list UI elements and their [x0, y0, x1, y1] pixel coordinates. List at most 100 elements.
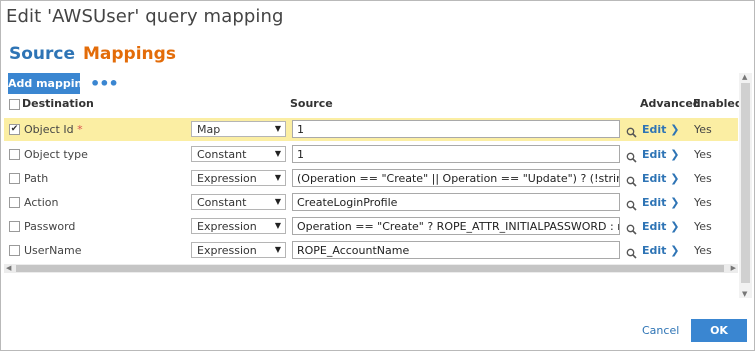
chevron-right-icon: ❯	[666, 172, 680, 185]
source-input[interactable]: CreateLoginProfile	[292, 193, 620, 211]
vertical-scroll-thumb[interactable]	[741, 83, 750, 283]
row-checkbox[interactable]	[9, 245, 20, 256]
ok-button[interactable]: OK	[691, 319, 747, 342]
edit-label: Edit	[642, 172, 667, 185]
search-icon[interactable]	[626, 172, 637, 191]
edit-link[interactable]: Edit ❯	[642, 244, 679, 257]
search-icon[interactable]	[626, 220, 637, 239]
mapping-type-value: Expression	[197, 244, 257, 257]
enabled-value: Yes	[694, 244, 712, 257]
destination-label: UserName	[24, 244, 82, 257]
source-input[interactable]: 1	[292, 145, 620, 163]
source-input[interactable]: ROPE_AccountName	[292, 241, 620, 259]
horizontal-scrollbar[interactable]: ◀ ▶	[4, 264, 738, 273]
dropdown-arrow-icon: ▼	[274, 124, 281, 133]
column-header-advanced: Advanced	[640, 97, 701, 110]
table-row[interactable]: Password Expression ▼ Operation == "Create…	[4, 215, 738, 238]
source-value: ROPE_AccountName	[297, 244, 410, 257]
select-all-checkbox[interactable]	[9, 99, 20, 110]
scroll-left-icon[interactable]: ◀	[6, 264, 11, 272]
column-header-enabled: Enabled	[693, 97, 743, 110]
search-icon[interactable]	[626, 123, 637, 142]
row-checkbox[interactable]: ✔	[9, 124, 20, 135]
search-icon[interactable]	[626, 148, 637, 167]
mapping-type-select[interactable]: Constant ▼	[191, 194, 286, 210]
edit-link[interactable]: Edit ❯	[642, 172, 679, 185]
vertical-scrollbar[interactable]: ▲ ▼	[739, 73, 752, 298]
chevron-right-icon: ❯	[666, 123, 680, 136]
dropdown-arrow-icon: ▼	[274, 149, 281, 158]
chevron-right-icon: ❯	[666, 244, 680, 257]
source-input[interactable]: (Operation == "Create" || Operation == "…	[292, 169, 620, 187]
search-icon[interactable]	[626, 196, 637, 215]
dropdown-arrow-icon: ▼	[274, 245, 281, 254]
destination-label: Action	[24, 196, 58, 209]
destination-text: Password	[24, 220, 76, 233]
source-value: (Operation == "Create" || Operation == "…	[297, 172, 620, 185]
mapping-type-value: Expression	[197, 220, 257, 233]
table-row[interactable]: Path Expression ▼ (Operation == "Create" |…	[4, 167, 738, 190]
enabled-value: Yes	[694, 123, 712, 136]
cancel-button[interactable]: Cancel	[642, 324, 679, 337]
mapping-type-value: Map	[197, 123, 221, 136]
source-value: Operation == "Create" ? ROPE_ATTR_INITIA…	[297, 220, 620, 233]
enabled-value: Yes	[694, 220, 712, 233]
destination-text: UserName	[24, 244, 82, 257]
source-value: 1	[297, 123, 304, 136]
scroll-down-icon[interactable]: ▼	[742, 290, 747, 298]
edit-label: Edit	[642, 123, 667, 136]
mapping-type-select[interactable]: Expression ▼	[191, 218, 286, 234]
source-value: CreateLoginProfile	[297, 196, 398, 209]
chevron-right-icon: ❯	[666, 148, 680, 161]
mapping-type-select[interactable]: Map ▼	[191, 121, 286, 137]
tab-source[interactable]: Source	[9, 44, 75, 64]
dropdown-arrow-icon: ▼	[274, 221, 281, 230]
destination-label: Object Id *	[24, 123, 83, 136]
enabled-value: Yes	[694, 148, 712, 161]
destination-text: Object type	[24, 148, 88, 161]
edit-label: Edit	[642, 244, 667, 257]
row-checkbox[interactable]	[9, 173, 20, 184]
row-checkbox[interactable]	[9, 221, 20, 232]
row-checkbox[interactable]	[9, 197, 20, 208]
row-checkbox[interactable]	[9, 149, 20, 160]
source-value: 1	[297, 148, 304, 161]
mapping-type-select[interactable]: Constant ▼	[191, 146, 286, 162]
column-header-destination: Destination	[22, 97, 94, 110]
horizontal-scroll-thumb[interactable]	[16, 265, 724, 272]
destination-text: Object Id	[24, 123, 74, 136]
destination-label: Object type	[24, 148, 88, 161]
edit-link[interactable]: Edit ❯	[642, 148, 679, 161]
edit-link[interactable]: Edit ❯	[642, 123, 679, 136]
enabled-value: Yes	[694, 172, 712, 185]
scroll-right-icon[interactable]: ▶	[731, 264, 736, 272]
source-input[interactable]: Operation == "Create" ? ROPE_ATTR_INITIA…	[292, 217, 620, 235]
dropdown-arrow-icon: ▼	[274, 197, 281, 206]
enabled-value: Yes	[694, 196, 712, 209]
mapping-type-select[interactable]: Expression ▼	[191, 170, 286, 186]
edit-label: Edit	[642, 148, 667, 161]
add-mapping-button[interactable]: Add mapping	[8, 73, 90, 94]
destination-text: Path	[24, 172, 49, 185]
table-row[interactable]: UserName Expression ▼ ROPE_AccountName Edit…	[4, 239, 738, 262]
scroll-up-icon[interactable]: ▲	[742, 73, 747, 81]
edit-link[interactable]: Edit ❯	[642, 220, 679, 233]
edit-label: Edit	[642, 196, 667, 209]
table-row[interactable]: Action Constant ▼ CreateLoginProfile Edit ❯…	[4, 191, 738, 214]
destination-label: Path	[24, 172, 48, 185]
chevron-right-icon: ❯	[666, 220, 680, 233]
more-options-button[interactable]: •••	[90, 74, 119, 93]
dropdown-arrow-icon: ▼	[274, 173, 281, 182]
source-input[interactable]: 1	[292, 120, 620, 138]
tab-mappings[interactable]: Mappings	[83, 44, 176, 64]
table-row[interactable]: ✔ Object Id * Map ▼ 1 Edit ❯ Yes	[4, 118, 738, 141]
table-row[interactable]: Object type Constant ▼ 1 Edit ❯ Yes	[4, 143, 738, 166]
dialog-title: Edit 'AWSUser' query mapping	[6, 6, 284, 27]
mapping-type-select[interactable]: Expression ▼	[191, 242, 286, 258]
edit-link[interactable]: Edit ❯	[642, 196, 679, 209]
chevron-right-icon: ❯	[666, 196, 680, 209]
destination-label: Password	[24, 220, 75, 233]
edit-label: Edit	[642, 220, 667, 233]
mapping-type-value: Constant	[197, 148, 247, 161]
search-icon[interactable]	[626, 244, 637, 263]
